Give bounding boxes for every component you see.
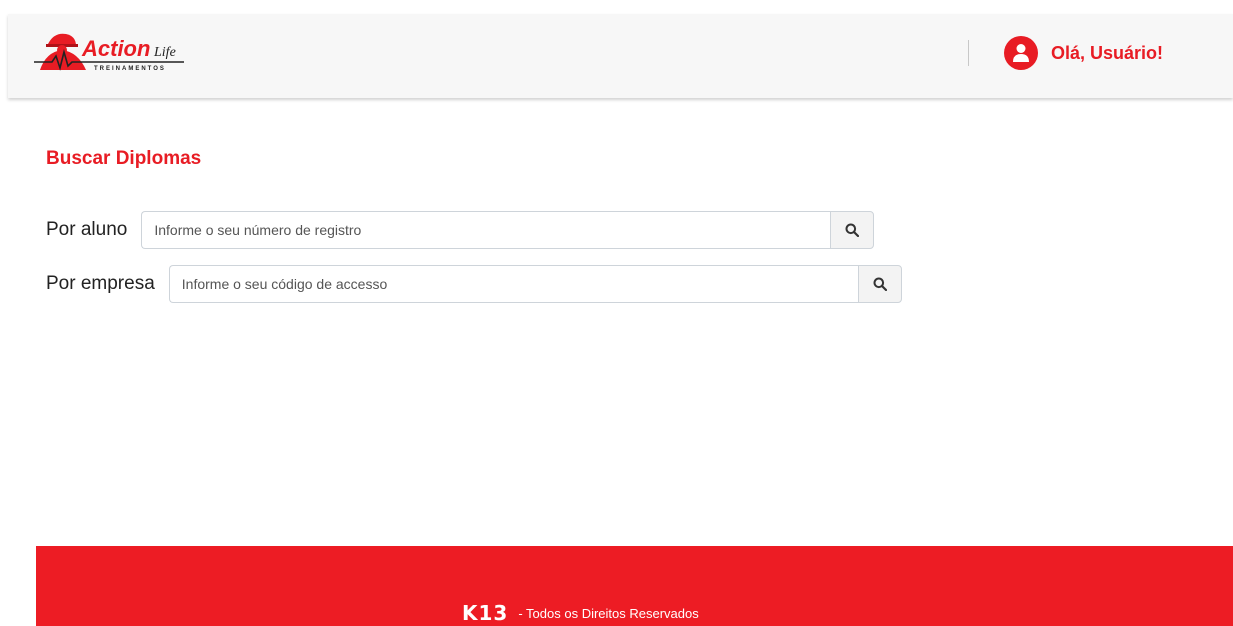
search-row-empresa: Por empresa — [46, 265, 902, 303]
search-icon — [873, 277, 887, 291]
logo-worker-icon: Action Life TREINAMENTOS — [34, 33, 184, 72]
header-divider — [968, 40, 969, 66]
aluno-search-input[interactable] — [141, 211, 831, 249]
footer-copyright: - Todos os Direitos Reservados — [518, 605, 699, 621]
page: Action Life TREINAMENTOS Olá, Usuário! B… — [0, 0, 1233, 626]
footer-content: K13 - Todos os Direitos Reservados — [462, 603, 699, 623]
empresa-label: Por empresa — [46, 273, 155, 294]
user-greeting[interactable]: Olá, Usuário! — [1051, 43, 1163, 64]
aluno-label: Por aluno — [46, 219, 128, 240]
aluno-search-button[interactable] — [830, 211, 875, 249]
user-menu[interactable]: Olá, Usuário! — [1004, 36, 1163, 70]
logo[interactable]: Action Life TREINAMENTOS — [34, 26, 204, 76]
empresa-search-input[interactable] — [168, 265, 858, 303]
logo-script: Life — [153, 45, 176, 60]
search-icon — [845, 223, 860, 237]
user-avatar-icon[interactable] — [1004, 36, 1038, 70]
empresa-input-group — [168, 265, 902, 303]
footer: K13 - Todos os Direitos Reservados — [36, 546, 1233, 626]
page-title: Buscar Diplomas — [46, 148, 202, 169]
search-row-aluno: Por aluno — [46, 211, 875, 249]
logo-sub: TREINAMENTOS — [94, 66, 166, 72]
aluno-input-group — [141, 211, 875, 249]
footer-brand-logo[interactable]: K13 — [462, 603, 508, 623]
empresa-search-button[interactable] — [857, 265, 902, 303]
logo-text: Action — [81, 36, 150, 61]
header: Action Life TREINAMENTOS Olá, Usuário! — [8, 14, 1233, 98]
